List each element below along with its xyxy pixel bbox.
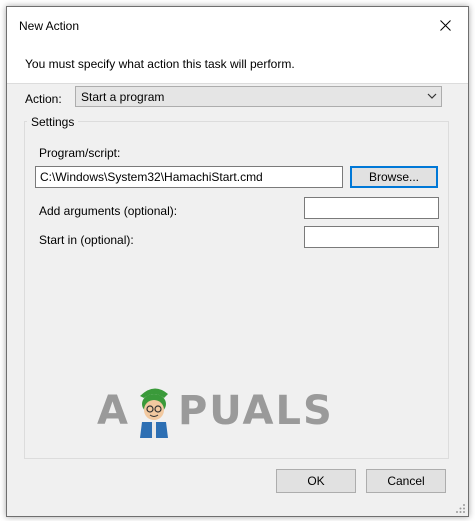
add-arguments-input[interactable]: [304, 197, 439, 219]
chevron-down-icon: [427, 93, 437, 99]
add-arguments-label: Add arguments (optional):: [39, 204, 178, 218]
program-script-label: Program/script:: [39, 146, 121, 160]
settings-legend: Settings: [27, 115, 79, 129]
new-action-dialog: New Action You must specify what action …: [6, 6, 469, 517]
appuals-watermark: A PUALS: [97, 381, 334, 441]
browse-button[interactable]: Browse...: [350, 166, 438, 188]
title-bar[interactable]: New Action: [7, 7, 468, 43]
start-in-label: Start in (optional):: [39, 233, 134, 247]
close-icon: [439, 19, 451, 31]
action-dropdown[interactable]: Start a program: [75, 86, 442, 107]
start-in-input[interactable]: [304, 226, 439, 248]
action-selected-value: Start a program: [81, 90, 165, 104]
watermark-left-text: A: [97, 388, 130, 434]
appuals-mascot-logo: [139, 388, 168, 438]
action-label: Action:: [25, 92, 62, 106]
cancel-button[interactable]: Cancel: [366, 469, 446, 493]
watermark-right-text: PUALS: [177, 388, 334, 434]
close-button[interactable]: [422, 7, 468, 43]
resize-grip-icon[interactable]: [456, 504, 466, 514]
program-script-input[interactable]: C:\Windows\System32\HamachiStart.cmd: [35, 166, 343, 188]
instruction-banner: You must specify what action this task w…: [7, 43, 468, 84]
ok-button[interactable]: OK: [276, 469, 356, 493]
instruction-text: You must specify what action this task w…: [25, 57, 295, 71]
window-title: New Action: [19, 19, 80, 33]
